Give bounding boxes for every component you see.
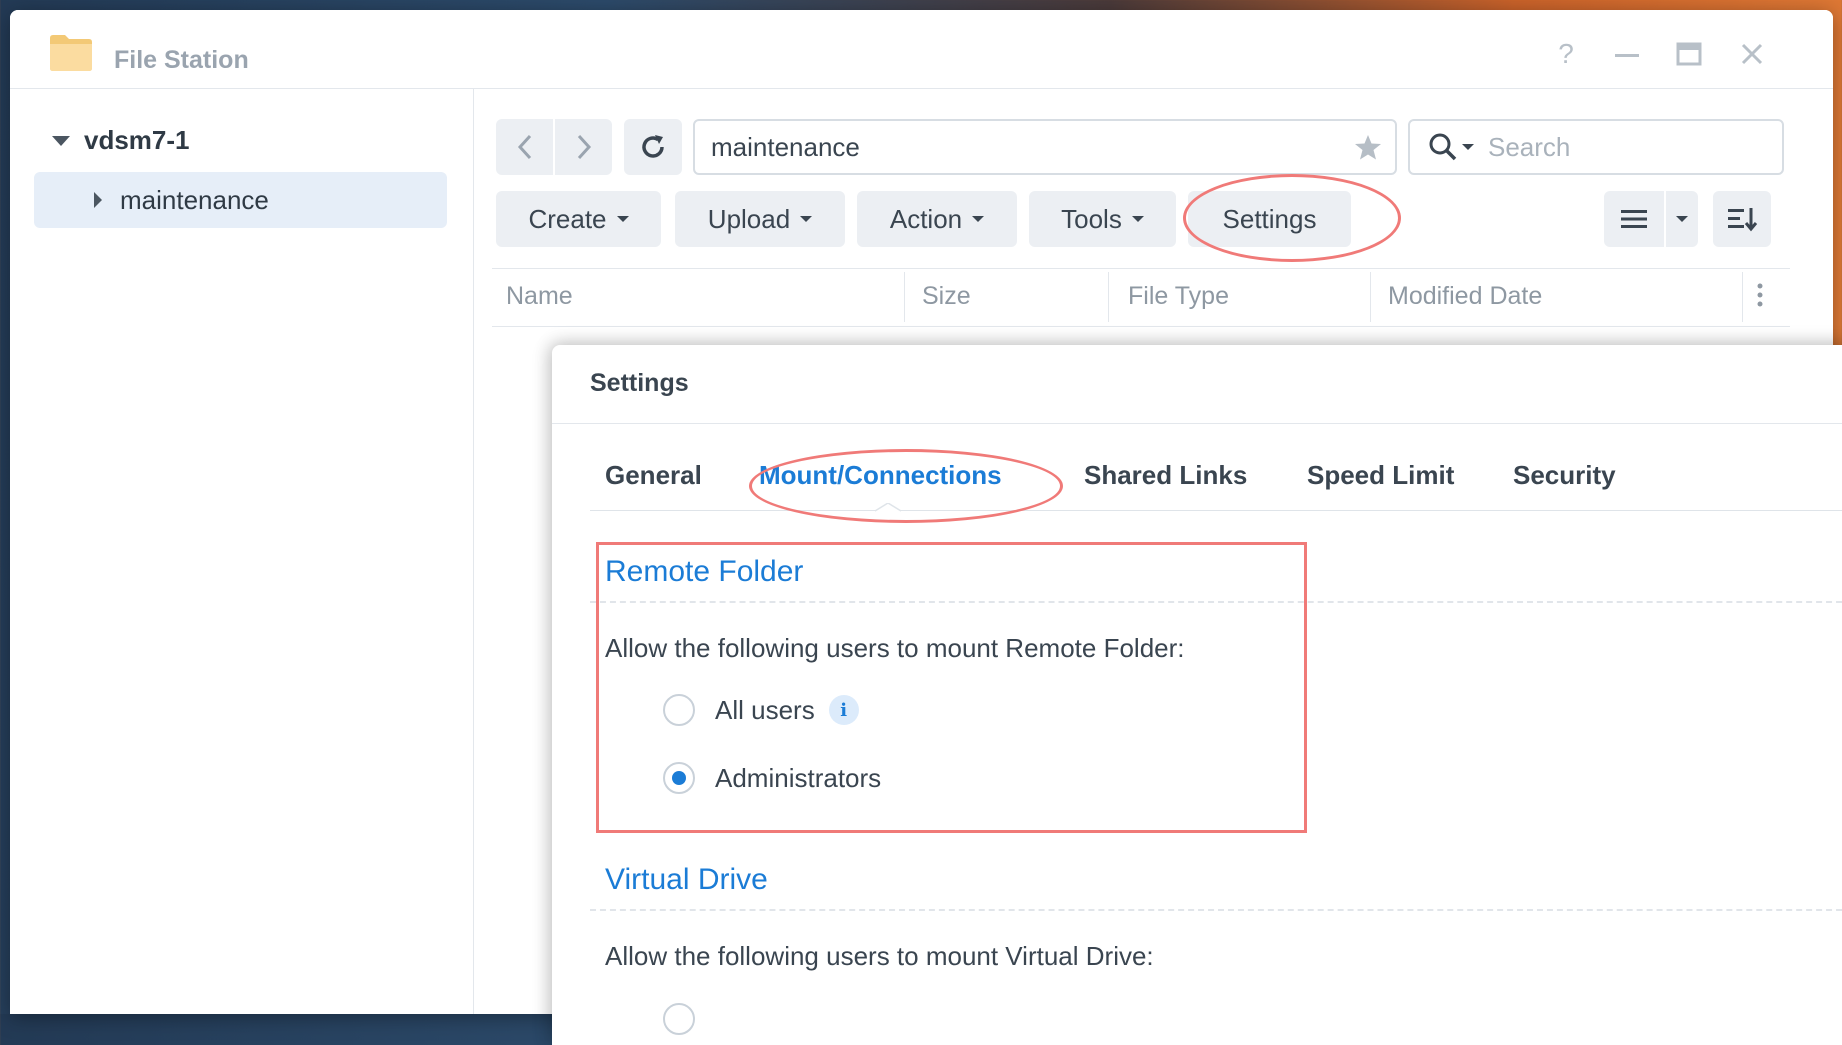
caret-down-icon bbox=[1131, 216, 1144, 222]
list-icon bbox=[1621, 210, 1647, 228]
create-label: Create bbox=[528, 203, 607, 234]
dialog-title: Settings bbox=[590, 369, 689, 397]
info-icon[interactable]: i bbox=[828, 695, 859, 725]
caret-down-icon bbox=[972, 216, 985, 222]
column-divider bbox=[1370, 272, 1371, 322]
help-icon[interactable]: ? bbox=[1550, 38, 1582, 70]
upload-label: Upload bbox=[707, 203, 791, 234]
action-label: Action bbox=[889, 203, 963, 234]
action-button[interactable]: Action bbox=[857, 191, 1017, 247]
tab-divider bbox=[590, 510, 1842, 511]
settings-label: Settings bbox=[1222, 203, 1317, 234]
radio-button[interactable] bbox=[663, 762, 695, 794]
column-divider bbox=[904, 272, 905, 322]
sort-icon bbox=[1728, 208, 1758, 232]
virtual-drive-title: Virtual Drive bbox=[605, 863, 768, 896]
title-bar: File Station ? bbox=[10, 10, 1833, 89]
section-divider bbox=[590, 909, 1842, 911]
tab-mount-connections[interactable]: Mount/Connections bbox=[759, 460, 1002, 491]
sidebar-item-label: maintenance bbox=[120, 184, 269, 215]
tree-root-label: vdsm7-1 bbox=[84, 125, 190, 155]
back-button[interactable] bbox=[496, 119, 553, 175]
radio-label: Administrators bbox=[715, 762, 882, 793]
remote-folder-title: Remote Folder bbox=[605, 555, 804, 588]
settings-button[interactable]: Settings bbox=[1188, 191, 1351, 247]
column-divider bbox=[1742, 272, 1743, 322]
column-divider bbox=[1108, 272, 1109, 322]
star-icon[interactable] bbox=[1353, 133, 1383, 161]
path-value: maintenance bbox=[711, 131, 860, 162]
radio-button[interactable] bbox=[663, 1003, 695, 1035]
radio-label: All users bbox=[715, 694, 815, 725]
upload-button[interactable]: Upload bbox=[675, 191, 845, 247]
column-size[interactable]: Size bbox=[922, 269, 971, 323]
forward-button[interactable] bbox=[555, 119, 612, 175]
radio-administrators[interactable]: Administrators bbox=[663, 762, 881, 794]
sidebar-item-maintenance[interactable]: maintenance bbox=[34, 172, 447, 228]
search-input[interactable]: Search bbox=[1408, 119, 1784, 175]
column-modified-date[interactable]: Modified Date bbox=[1388, 269, 1542, 323]
sort-button[interactable] bbox=[1713, 191, 1771, 247]
tab-security[interactable]: Security bbox=[1513, 460, 1616, 491]
list-view-button[interactable] bbox=[1604, 191, 1664, 247]
refresh-button[interactable] bbox=[624, 119, 682, 175]
window-title: File Station bbox=[114, 46, 249, 74]
column-options-icon[interactable] bbox=[1756, 282, 1764, 308]
virtual-drive-description: Allow the following users to mount Virtu… bbox=[605, 941, 1154, 971]
create-button[interactable]: Create bbox=[496, 191, 661, 247]
tools-button[interactable]: Tools bbox=[1029, 191, 1176, 247]
column-file-type[interactable]: File Type bbox=[1128, 269, 1229, 323]
tab-shared-links[interactable]: Shared Links bbox=[1084, 460, 1247, 491]
settings-dialog: Settings General Mount/Connections Share… bbox=[552, 345, 1842, 1045]
tools-label: Tools bbox=[1061, 203, 1122, 234]
search-placeholder: Search bbox=[1488, 131, 1571, 162]
view-dropdown-button[interactable] bbox=[1666, 191, 1698, 247]
caret-down-icon bbox=[800, 216, 813, 222]
dialog-title-divider bbox=[552, 423, 1842, 424]
sidebar: vdsm7-1 maintenance bbox=[10, 89, 474, 1014]
refresh-icon bbox=[642, 135, 664, 158]
active-tab-indicator bbox=[875, 503, 901, 512]
column-name[interactable]: Name bbox=[506, 269, 573, 323]
folder-icon bbox=[50, 35, 92, 71]
tab-general[interactable]: General bbox=[605, 460, 702, 491]
close-icon[interactable] bbox=[1736, 38, 1768, 70]
search-icon bbox=[1429, 133, 1457, 161]
caret-down-icon bbox=[616, 216, 629, 222]
path-field[interactable]: maintenance bbox=[693, 119, 1397, 175]
chevron-right-icon bbox=[577, 134, 591, 160]
search-dropdown-icon[interactable] bbox=[1462, 144, 1474, 150]
maximize-icon[interactable] bbox=[1673, 38, 1705, 70]
radio-button[interactable] bbox=[663, 694, 695, 726]
section-divider bbox=[590, 601, 1842, 603]
caret-right-icon[interactable] bbox=[94, 192, 102, 208]
chevron-left-icon bbox=[517, 134, 531, 160]
minimize-icon[interactable] bbox=[1611, 38, 1643, 70]
header-bottom-line bbox=[492, 326, 1790, 327]
tree-root[interactable]: vdsm7-1 bbox=[52, 125, 190, 156]
caret-down-icon[interactable] bbox=[52, 135, 70, 146]
radio-all-users[interactable]: All users i bbox=[663, 694, 859, 726]
remote-folder-description: Allow the following users to mount Remot… bbox=[605, 633, 1185, 663]
caret-down-icon bbox=[1676, 216, 1688, 222]
tab-speed-limit[interactable]: Speed Limit bbox=[1307, 460, 1454, 491]
